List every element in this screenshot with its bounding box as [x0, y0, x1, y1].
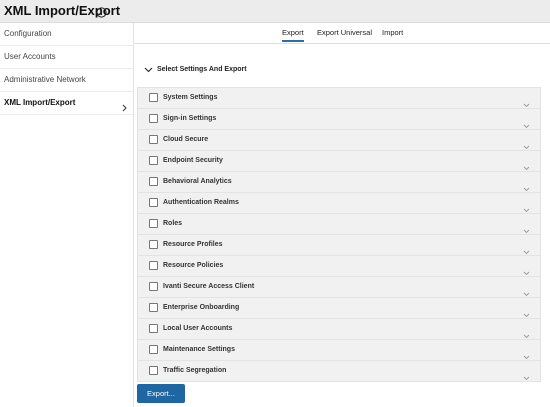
settings-row-label: Ivanti Secure Access Client	[163, 283, 255, 290]
settings-row-label: Authentication Realms	[163, 199, 239, 206]
checkbox[interactable]	[149, 261, 158, 270]
tab-bar: Export Export Universal Import	[134, 23, 550, 44]
main-content: Export Export Universal Import Select Se…	[134, 23, 550, 407]
checkbox[interactable]	[149, 282, 158, 291]
page-header: XML Import/Export	[0, 0, 550, 23]
sidebar-item-configuration[interactable]: Configuration	[0, 23, 133, 46]
sidebar-item-label: User Accounts	[4, 52, 56, 61]
settings-row-roles[interactable]: Roles	[137, 213, 541, 234]
checkbox[interactable]	[149, 240, 158, 249]
settings-row-system-settings[interactable]: System Settings	[137, 87, 541, 108]
settings-row-label: System Settings	[163, 94, 218, 101]
checkbox[interactable]	[149, 114, 158, 123]
checkbox[interactable]	[149, 324, 158, 333]
settings-row-label: Sign-in Settings	[163, 115, 217, 122]
sidebar-item-user-accounts[interactable]: User Accounts	[0, 46, 133, 69]
settings-row-resource-policies[interactable]: Resource Policies	[137, 255, 541, 276]
checkbox[interactable]	[149, 198, 158, 207]
settings-row-sign-in-settings[interactable]: Sign-in Settings	[137, 108, 541, 129]
tab-export-universal[interactable]: Export Universal	[317, 23, 372, 42]
settings-row-cloud-secure[interactable]: Cloud Secure	[137, 129, 541, 150]
checkbox[interactable]	[149, 345, 158, 354]
sidebar-item-xml-import-export[interactable]: XML Import/Export	[0, 92, 133, 115]
settings-row-authentication-realms[interactable]: Authentication Realms	[137, 192, 541, 213]
checkbox[interactable]	[149, 219, 158, 228]
info-icon[interactable]	[96, 5, 107, 23]
tab-import[interactable]: Import	[382, 23, 403, 42]
checkbox[interactable]	[149, 366, 158, 375]
section-title: Select Settings And Export	[157, 66, 247, 73]
settings-row-maintenance-settings[interactable]: Maintenance Settings	[137, 339, 541, 360]
settings-row-label: Roles	[163, 220, 183, 227]
settings-row-ivanti-secure-access-client[interactable]: Ivanti Secure Access Client	[137, 276, 541, 297]
chevron-down-icon	[144, 67, 153, 73]
checkbox[interactable]	[149, 156, 158, 165]
settings-row-traffic-segregation[interactable]: Traffic Segregation	[137, 360, 541, 382]
settings-row-label: Cloud Secure	[163, 136, 209, 143]
sidebar-item-administrative-network[interactable]: Administrative Network	[0, 69, 133, 92]
chevron-right-icon	[122, 99, 127, 121]
settings-row-label: Local User Accounts	[163, 325, 233, 332]
sidebar-item-label: Administrative Network	[4, 75, 86, 84]
settings-row-enterprise-onboarding[interactable]: Enterprise Onboarding	[137, 297, 541, 318]
settings-row-behavioral-analytics[interactable]: Behavioral Analytics	[137, 171, 541, 192]
settings-row-resource-profiles[interactable]: Resource Profiles	[137, 234, 541, 255]
checkbox[interactable]	[149, 303, 158, 312]
settings-row-label: Enterprise Onboarding	[163, 304, 240, 311]
sidebar-item-label: Configuration	[4, 29, 52, 38]
sidebar-item-label: XML Import/Export	[4, 98, 76, 107]
settings-row-local-user-accounts[interactable]: Local User Accounts	[137, 318, 541, 339]
export-button[interactable]: Export...	[137, 384, 185, 403]
chevron-down-icon[interactable]	[523, 368, 530, 386]
settings-row-label: Maintenance Settings	[163, 346, 235, 353]
checkbox[interactable]	[149, 135, 158, 144]
settings-row-label: Endpoint Security	[163, 157, 223, 164]
settings-row-label: Resource Policies	[163, 262, 224, 269]
tab-export[interactable]: Export	[282, 23, 304, 42]
checkbox[interactable]	[149, 93, 158, 102]
settings-row-endpoint-security[interactable]: Endpoint Security	[137, 150, 541, 171]
settings-list: System Settings Sign-in Settings Cloud S…	[137, 87, 541, 382]
checkbox[interactable]	[149, 177, 158, 186]
settings-row-label: Behavioral Analytics	[163, 178, 232, 185]
settings-row-label: Traffic Segregation	[163, 367, 227, 374]
sidebar: Configuration User Accounts Administrati…	[0, 23, 134, 407]
settings-row-label: Resource Profiles	[163, 241, 223, 248]
